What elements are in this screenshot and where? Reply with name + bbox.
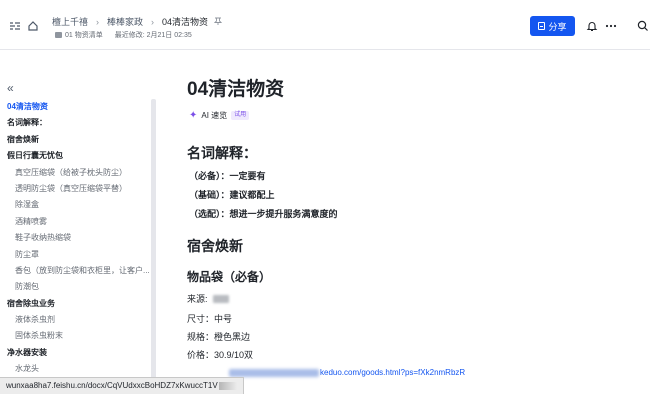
ai-summary-label: AI 速览 (201, 111, 228, 120)
source-label: 来源: (187, 294, 208, 304)
heading-item-bag[interactable]: 物品袋（必备） (187, 268, 271, 285)
breadcrumb-separator: › (151, 16, 155, 27)
source-line[interactable]: 来源: (187, 292, 229, 305)
bell-icon[interactable] (586, 19, 598, 32)
folder-label[interactable]: 01 物资清单 (65, 30, 103, 40)
toc-item[interactable]: 名词解释： (7, 115, 153, 131)
heading-terms[interactable]: 名词解释： (187, 143, 257, 163)
ai-summary[interactable]: ✦ AI 速览 试用 (189, 110, 250, 121)
spec-line[interactable]: 规格：橙色黑边 (187, 330, 250, 343)
toc-list: 04清洁物资 名词解释： ▸宿舍焕新 假日行囊无忧包 真空压缩袋（给被子枕头防尘… (7, 99, 153, 378)
status-url-bar: wunxaa8ha7.feishu.cn/docx/CqVUdxxcBoHDZ7… (0, 377, 244, 394)
redacted-link (229, 368, 319, 377)
toc-item[interactable]: 净水器安装 (7, 345, 153, 361)
size-line[interactable]: 尺寸：中号 (187, 312, 232, 325)
breadcrumb-item[interactable]: 棒棒家政 (107, 15, 143, 28)
collapse-icon[interactable]: « (7, 81, 14, 95)
home-icon[interactable] (27, 19, 39, 31)
toc-item[interactable]: 防潮包 (7, 279, 153, 295)
sidebar-toggle-icon[interactable] (9, 19, 21, 31)
toc-item[interactable]: 防尘罩 (7, 247, 153, 263)
toc-item-collapsed[interactable]: ▸宿舍焕新 (7, 132, 153, 148)
toc-item[interactable]: 香包（放到防尘袋和衣柜里，让客户... (7, 263, 153, 279)
document-icon (538, 22, 546, 30)
term-line[interactable]: （选配）：想进一步提升服务满意度的 (189, 207, 338, 220)
toc-item[interactable]: 透明防尘袋（真空压缩袋平替） (7, 181, 153, 197)
status-url: wunxaa8ha7.feishu.cn/docx/CqVUdxxcBoHDZ7… (6, 381, 218, 390)
toc-item[interactable]: 液体杀虫剂 (7, 312, 153, 328)
toc-item[interactable]: 宿舍除虫业务 (7, 296, 153, 312)
more-icon[interactable] (605, 19, 617, 31)
search-icon[interactable] (637, 19, 649, 31)
toc-scrollbar[interactable] (151, 99, 156, 394)
toc-item[interactable]: 真空压缩袋（给被子枕头防尘） (7, 165, 153, 181)
term-line[interactable]: （基础）：建议都配上 (189, 188, 275, 201)
price-line[interactable]: 价格：30.9/10双 (187, 348, 253, 361)
share-button[interactable]: 分享 (530, 16, 575, 36)
toc-item[interactable]: 水龙头 (7, 361, 153, 377)
redacted-text (212, 294, 229, 303)
toc-item[interactable]: 除湿盒 (7, 197, 153, 213)
link-text[interactable]: keduo.com/goods.html?ps=fXk2nmRbzR (320, 368, 465, 377)
toc-item[interactable]: 假日行囊无忧包 (7, 148, 153, 164)
toc-item[interactable]: 酒精喷雾 (7, 214, 153, 230)
toc-item-active[interactable]: 04清洁物资 (7, 99, 153, 115)
status-url-fade (218, 382, 237, 390)
toc-sidebar: « 04清洁物资 名词解释： ▸宿舍焕新 假日行囊无忧包 真空压缩袋（给被子枕头… (0, 51, 160, 394)
folder-icon (55, 32, 62, 38)
breadcrumb: 檀上千禧 › 棒棒家政 › 04清洁物资 (52, 15, 223, 28)
pin-icon[interactable] (213, 17, 223, 27)
share-label: 分享 (548, 21, 567, 32)
doc-meta: 01 物资清单 最近修改: 2月21日 02:35 (55, 30, 192, 40)
breadcrumb-separator: › (96, 16, 100, 27)
toc-item-label: 宿舍焕新 (7, 134, 39, 144)
top-bar: 檀上千禧 › 棒棒家政 › 04清洁物资 01 物资清单 最近修改: 2月21日… (0, 0, 650, 50)
heading-dorm[interactable]: 宿舍焕新 (187, 236, 243, 256)
toc-item[interactable]: 固体杀虫粉末 (7, 328, 153, 344)
trial-badge: 试用 (231, 111, 250, 120)
toc-item[interactable]: 鞋子收纳热缩袋 (7, 230, 153, 246)
breadcrumb-current[interactable]: 04清洁物资 (162, 15, 208, 28)
term-line[interactable]: （必备）：一定要有 (189, 169, 266, 182)
product-link[interactable]: keduo.com/goods.html?ps=fXk2nmRbzR (229, 368, 465, 377)
breadcrumb-item[interactable]: 檀上千禧 (52, 15, 88, 28)
page-title[interactable]: 04清洁物资 (187, 74, 284, 101)
last-modified: 最近修改: 2月21日 02:35 (114, 32, 192, 39)
sparkle-icon: ✦ (189, 110, 198, 121)
